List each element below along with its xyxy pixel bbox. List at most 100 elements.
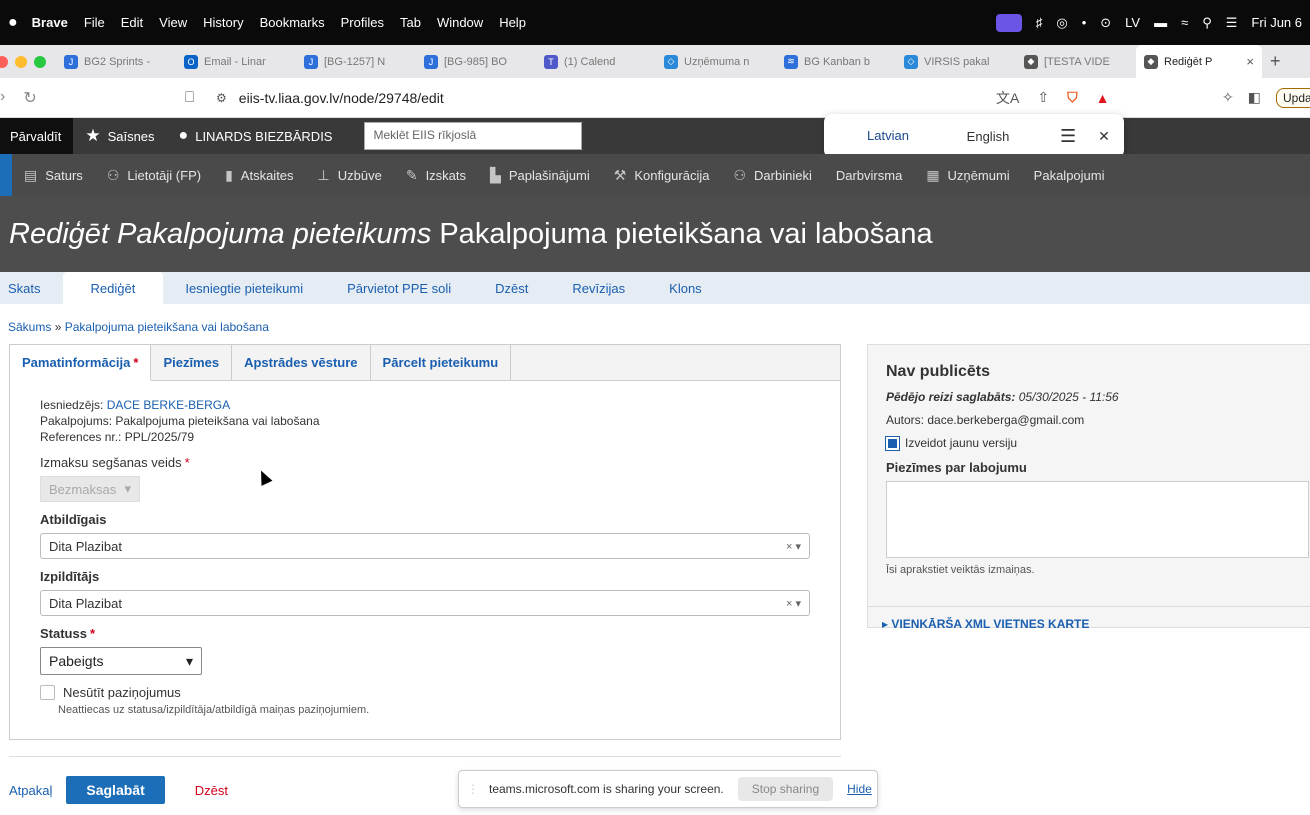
translate-icon[interactable]: 文A [996, 88, 1019, 108]
tab-delete[interactable]: Dzēst [473, 272, 550, 304]
nonotify-checkbox[interactable] [40, 685, 55, 700]
tab-notes[interactable]: Piezīmes [151, 345, 233, 380]
extensions-icon[interactable]: ✧ [1222, 89, 1234, 106]
stop-sharing-button[interactable]: Stop sharing [737, 777, 834, 801]
menu-companies[interactable]: ▦ Uzņēmumi [914, 154, 1021, 196]
tab-view[interactable]: Skats [0, 272, 63, 304]
tab-history[interactable]: Apstrādes vēsture [232, 345, 371, 380]
menu-reports[interactable]: ▮ Atskaites [213, 154, 305, 196]
menu-employees[interactable]: ⚇ Darbinieki [721, 154, 823, 196]
menu-structure[interactable]: ⊥ Uzbūve [306, 154, 394, 196]
sidebar-icon[interactable]: ◧ [1248, 89, 1261, 106]
lang-latvian[interactable]: Latvian [838, 116, 938, 157]
brave-rewards-icon[interactable]: ▲ [1096, 90, 1110, 106]
clock[interactable]: Fri Jun 6 [1251, 15, 1302, 30]
tab-submitted[interactable]: Iesniegtie pieteikumi [163, 272, 325, 304]
close-window-icon[interactable] [0, 55, 8, 68]
user-item[interactable]: ● LINARDS BIEZBĀRDIS [167, 118, 345, 154]
tab-move-step[interactable]: Pārvietot PPE soli [325, 272, 473, 304]
spotlight-icon[interactable]: ⚲ [1202, 15, 1212, 31]
sitemap-toggle[interactable]: ▸ VIENKĀRŠA XML VIETNES KARTE [868, 607, 1310, 641]
responsible-select[interactable]: Dita Plazibat × ▾ [40, 533, 810, 559]
nav-buttons: › ↻ [0, 88, 60, 108]
menu-appearance[interactable]: ✎ Izskats [394, 154, 478, 196]
browser-tab[interactable]: ◇ VIRSIS pakal [896, 45, 1016, 78]
delete-link[interactable]: Dzēst [195, 783, 228, 798]
control-center-icon[interactable]: ☰ [1226, 15, 1238, 31]
brave-shield-icon[interactable]: ⛉ [1067, 89, 1078, 106]
clear-chevron-icon[interactable]: × ▾ [786, 597, 801, 610]
breadcrumb-home[interactable]: Sākums [8, 320, 51, 334]
menu-history[interactable]: History [203, 15, 243, 30]
tab-basic-info[interactable]: Pamatinformācija * [10, 345, 152, 381]
browser-tab[interactable]: J [BG-1257] N [296, 45, 416, 78]
reload-icon[interactable]: ↻ [23, 88, 36, 108]
breadcrumb-current[interactable]: Pakalpojuma pieteikšana vai labošana [65, 320, 269, 334]
browser-tab[interactable]: ◇ Uzņēmuma n [656, 45, 776, 78]
menu-bookmarks[interactable]: Bookmarks [260, 15, 325, 30]
status-select[interactable]: Pabeigts ▾ [40, 647, 202, 675]
minimize-window-icon[interactable] [15, 55, 27, 68]
menu-icon[interactable]: ☰ [1060, 126, 1076, 147]
update-button[interactable]: Upda [1276, 87, 1310, 108]
status-icon[interactable]: ♯ [1036, 15, 1043, 30]
screen-share-icon[interactable] [995, 13, 1022, 32]
menu-app[interactable]: Brave [32, 15, 68, 30]
toolbar-search-input[interactable]: Meklēt EIIS rīkjoslā [364, 122, 583, 150]
new-revision-checkbox[interactable] [885, 435, 900, 451]
tab-clone[interactable]: Klons [647, 272, 724, 304]
share-icon[interactable]: ⇧ [1037, 89, 1049, 106]
new-tab-icon[interactable]: + [1270, 51, 1281, 72]
url-field[interactable]: eiis-tv.liaa.gov.lv/node/29748/edit [239, 90, 444, 106]
tab-revisions[interactable]: Revīzijas [550, 272, 647, 304]
tab-edit[interactable]: Rediģēt [62, 272, 164, 304]
building-icon: ▦ [926, 166, 940, 183]
close-tab-icon[interactable]: × [1246, 54, 1254, 69]
browser-tab[interactable]: J [BG-985] BO [416, 45, 536, 78]
menu-window[interactable]: Window [437, 15, 483, 30]
headphones-icon[interactable]: ◎ [1056, 15, 1067, 31]
manage-item[interactable]: Pārvaldīt [0, 118, 74, 154]
save-button[interactable]: Saglabāt [66, 776, 165, 804]
menu-dashboard[interactable]: Darbvirsma [824, 154, 914, 196]
dot-icon[interactable]: • [1082, 15, 1087, 30]
back-link[interactable]: Atpakaļ [9, 783, 52, 798]
submitter-link[interactable]: DACE BERKE-BERGA [107, 398, 230, 412]
browser-tab[interactable]: ≋ BG Kanban b [776, 45, 896, 78]
menu-content[interactable]: ▤ Saturs [12, 154, 95, 196]
user-label: LINARDS BIEZBĀRDIS [195, 128, 333, 144]
clear-chevron-icon[interactable]: × ▾ [786, 540, 801, 553]
zoom-window-icon[interactable] [34, 55, 46, 68]
hide-link[interactable]: Hide [847, 782, 872, 796]
shortcuts-item[interactable]: ★ Saīsnes [73, 118, 166, 154]
tab-transfer[interactable]: Pārcelt pieteikumu [371, 345, 512, 380]
grip-icon[interactable]: ⋮ [467, 782, 479, 796]
close-icon[interactable]: ✕ [1098, 128, 1110, 145]
menu-profiles[interactable]: Profiles [341, 15, 384, 30]
site-settings-icon[interactable]: ⚙ [216, 91, 227, 105]
browser-tab[interactable]: T (1) Calend [536, 45, 656, 78]
browser-tab[interactable]: ◆ [TESTA VIDE [1016, 45, 1136, 78]
battery-icon[interactable]: ▬ [1154, 15, 1167, 30]
menu-services[interactable]: Pakalpojumi [1022, 154, 1117, 196]
executor-select[interactable]: Dita Plazibat × ▾ [40, 590, 810, 616]
forward-icon[interactable]: › [0, 88, 5, 108]
wifi-icon[interactable]: ≈ [1181, 15, 1188, 30]
menu-users[interactable]: ⚇ Lietotāji (FP) [95, 154, 213, 196]
lang-english[interactable]: English [938, 117, 1038, 156]
menu-edit[interactable]: Edit [121, 15, 143, 30]
menu-extensions[interactable]: ▙ Paplašinājumi [478, 154, 602, 196]
browser-tab[interactable]: O Email - Linar [176, 45, 296, 78]
play-icon[interactable]: ⊙ [1100, 15, 1111, 31]
menu-view[interactable]: View [159, 15, 187, 30]
revision-notes-textarea[interactable] [886, 481, 1309, 558]
bookmark-icon[interactable]: ⎕ [185, 89, 194, 106]
browser-tab[interactable]: J BG2 Sprints - [56, 45, 176, 78]
lv-keyboard-icon[interactable]: LV [1125, 15, 1140, 30]
menu-help[interactable]: Help [499, 15, 526, 30]
apple-icon[interactable]: ● [8, 14, 18, 32]
menu-configuration[interactable]: ⚒ Konfigurācija [602, 154, 722, 196]
browser-tab-active[interactable]: ◆ Rediģēt P × [1136, 45, 1262, 78]
menu-tab[interactable]: Tab [400, 15, 421, 30]
menu-file[interactable]: File [84, 15, 105, 30]
